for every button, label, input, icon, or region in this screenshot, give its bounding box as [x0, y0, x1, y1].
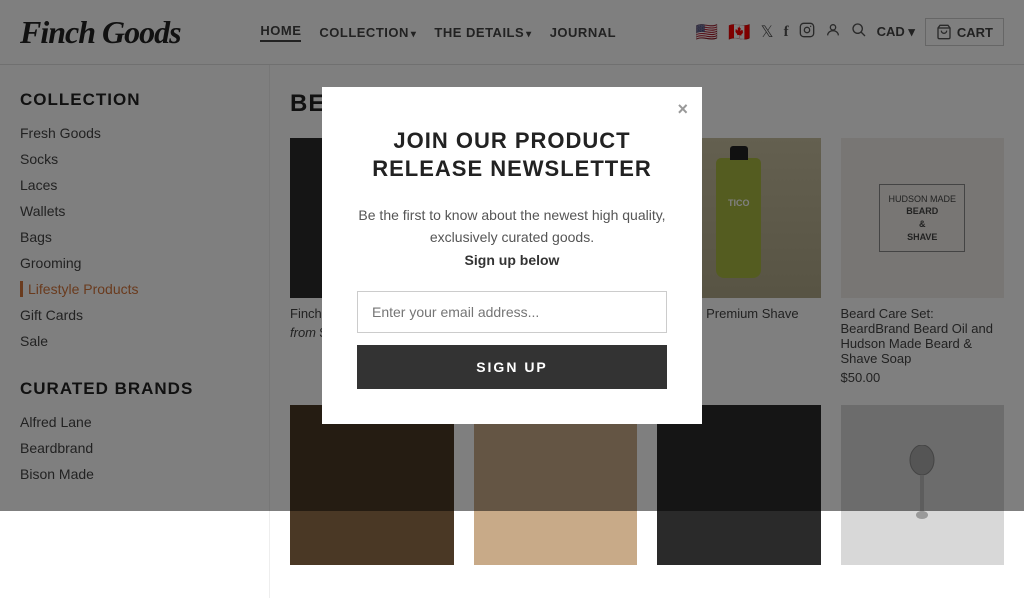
- sign-up-button[interactable]: SIGN UP: [357, 345, 667, 389]
- email-input[interactable]: [357, 291, 667, 333]
- modal-body-line1: Be the first to know about the newest hi…: [358, 207, 665, 223]
- newsletter-modal: × JOIN OUR PRODUCT RELEASE NEWSLETTER Be…: [322, 87, 702, 424]
- modal-overlay[interactable]: × JOIN OUR PRODUCT RELEASE NEWSLETTER Be…: [0, 0, 1024, 511]
- modal-cta: Sign up below: [465, 252, 560, 268]
- modal-close-button[interactable]: ×: [677, 99, 688, 120]
- modal-body-line2: exclusively curated goods.: [430, 229, 594, 245]
- modal-title: JOIN OUR PRODUCT RELEASE NEWSLETTER: [357, 127, 667, 184]
- modal-body: Be the first to know about the newest hi…: [357, 204, 667, 271]
